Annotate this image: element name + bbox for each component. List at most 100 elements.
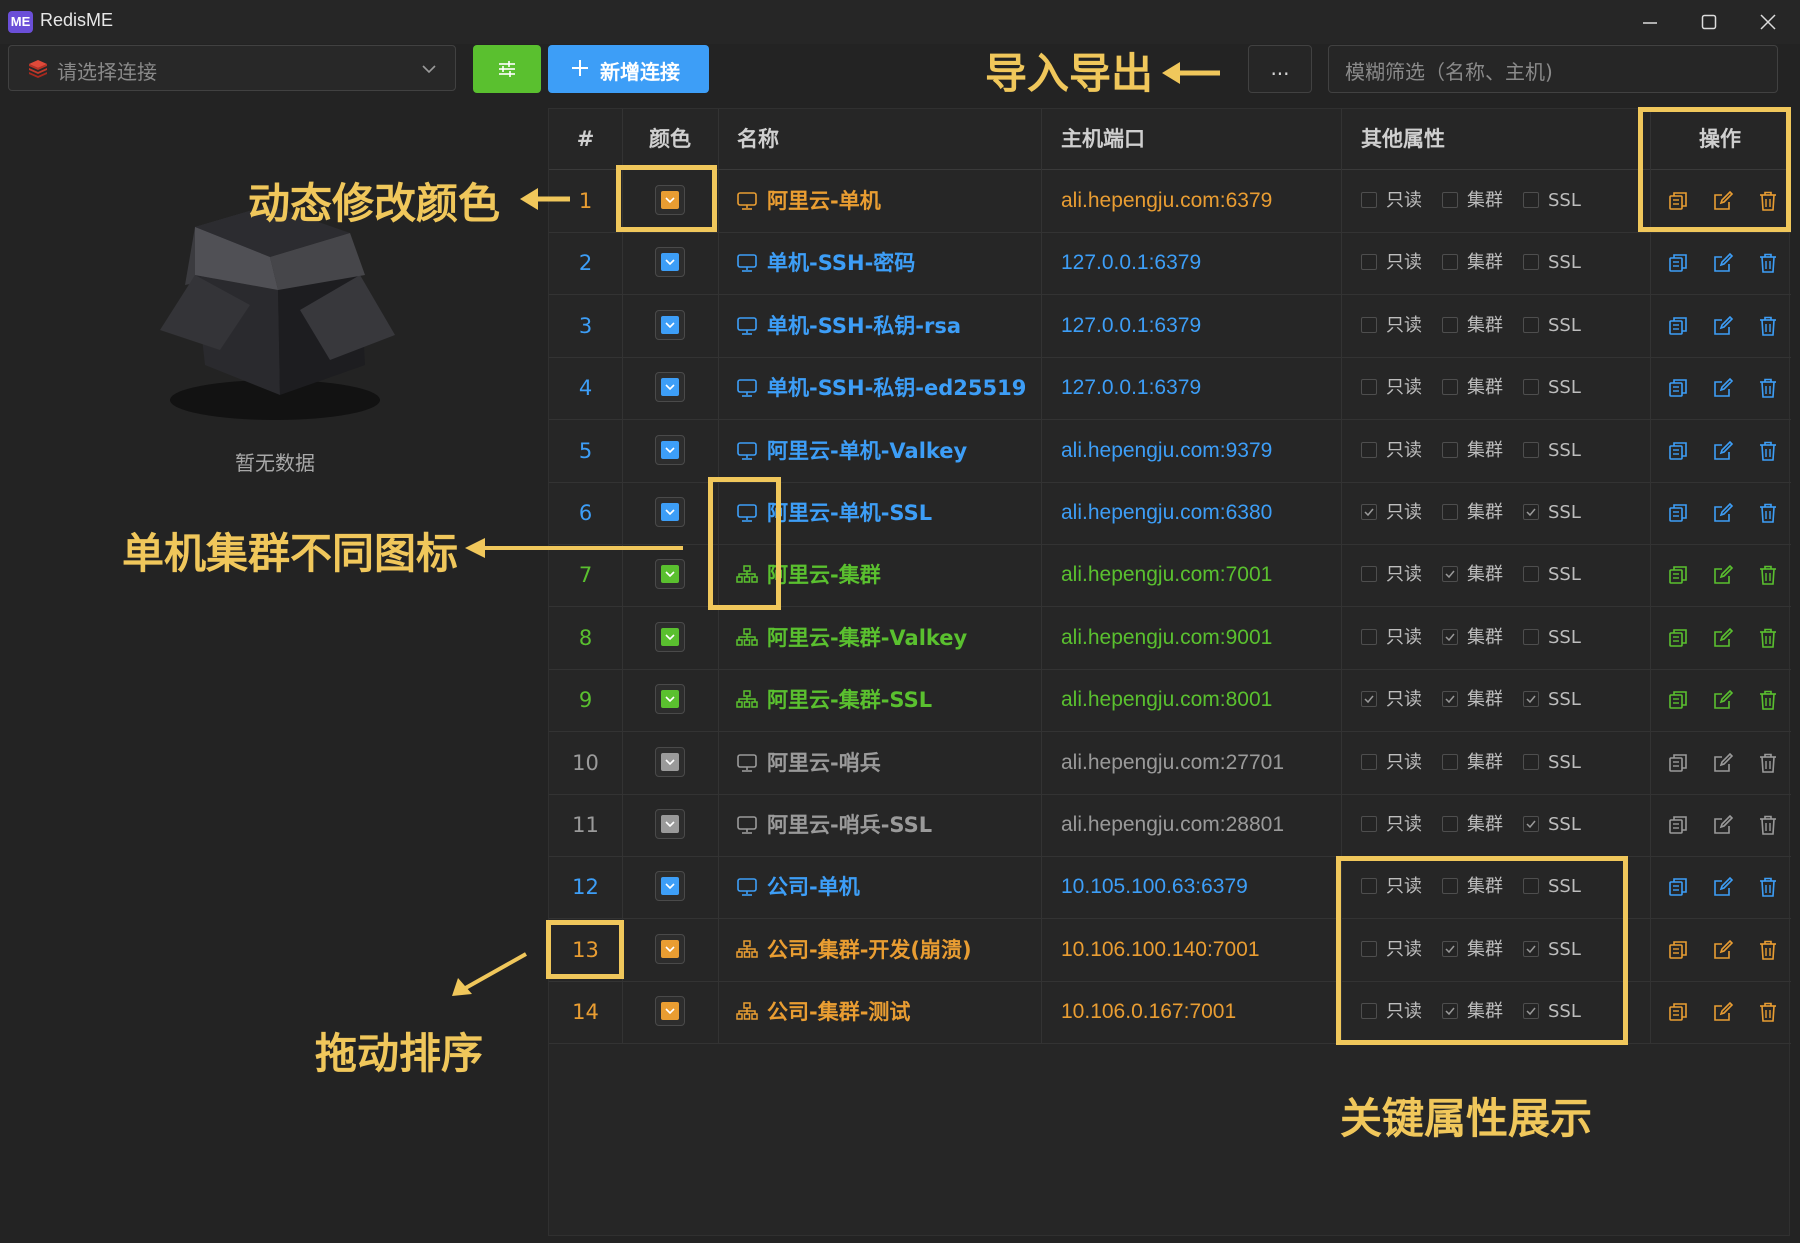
ssl-checkbox[interactable]: [1523, 753, 1539, 770]
color-picker[interactable]: [655, 372, 685, 403]
color-picker[interactable]: [655, 809, 685, 839]
copy-button[interactable]: [1667, 876, 1689, 902]
cluster-checkbox[interactable]: [1442, 816, 1458, 832]
table-row[interactable]: 3 单机-SSH-私钥-rsa 127.0.0.1:6379 只读 集群 SSL: [549, 295, 1791, 358]
row-index[interactable]: 11: [549, 794, 622, 856]
readonly-checkbox[interactable]: [1361, 816, 1377, 832]
cluster-checkbox[interactable]: [1442, 441, 1458, 458]
copy-button[interactable]: [1667, 939, 1689, 965]
delete-button[interactable]: [1757, 939, 1779, 965]
row-index[interactable]: 4: [549, 357, 622, 419]
row-index[interactable]: 8: [549, 607, 622, 669]
search-input[interactable]: 模糊筛选（名称、主机): [1328, 45, 1778, 93]
delete-button[interactable]: [1757, 502, 1779, 528]
connection-name[interactable]: 单机-SSH-私钥-rsa: [767, 295, 961, 357]
copy-button[interactable]: [1667, 814, 1689, 840]
edit-button[interactable]: [1712, 377, 1734, 403]
connection-name[interactable]: 阿里云-集群-SSL: [767, 669, 932, 731]
delete-button[interactable]: [1757, 627, 1779, 653]
ssl-checkbox[interactable]: [1523, 379, 1539, 396]
delete-button[interactable]: [1757, 689, 1779, 715]
cluster-checkbox[interactable]: [1442, 254, 1458, 271]
edit-button[interactable]: [1712, 627, 1734, 653]
connection-name[interactable]: 阿里云-哨兵: [767, 732, 881, 794]
ssl-checkbox[interactable]: [1523, 316, 1539, 333]
ssl-checkbox[interactable]: [1523, 192, 1539, 208]
table-row[interactable]: 5 阿里云-单机-Valkey ali.hepengju.com:9379 只读 集群 S…: [549, 420, 1791, 483]
edit-button[interactable]: [1712, 315, 1734, 341]
color-picker[interactable]: [655, 996, 685, 1027]
copy-button[interactable]: [1667, 440, 1689, 466]
edit-button[interactable]: [1712, 440, 1734, 466]
edit-button[interactable]: [1712, 814, 1734, 840]
ssl-checkbox[interactable]: [1523, 816, 1539, 832]
readonly-checkbox[interactable]: [1361, 441, 1377, 458]
copy-button[interactable]: [1667, 564, 1689, 590]
table-row[interactable]: 1 阿里云-单机 ali.hepengju.com:6379 只读 集群 SSL: [549, 170, 1791, 233]
delete-button[interactable]: [1757, 252, 1779, 278]
connection-name[interactable]: 公司-单机: [767, 856, 860, 918]
connection-select[interactable]: 请选择连接: [8, 45, 456, 91]
readonly-checkbox[interactable]: [1361, 316, 1377, 333]
ssl-checkbox[interactable]: [1523, 566, 1539, 583]
connection-name[interactable]: 阿里云-单机-SSL: [767, 482, 932, 544]
cluster-checkbox[interactable]: [1442, 691, 1458, 708]
copy-button[interactable]: [1667, 502, 1689, 528]
edit-button[interactable]: [1712, 752, 1734, 778]
ssl-checkbox[interactable]: [1523, 441, 1539, 458]
connection-name[interactable]: 单机-SSH-密码: [767, 232, 915, 294]
edit-button[interactable]: [1712, 939, 1734, 965]
cluster-checkbox[interactable]: [1442, 504, 1458, 520]
edit-button[interactable]: [1712, 502, 1734, 528]
row-index[interactable]: 9: [549, 669, 622, 731]
connection-name[interactable]: 阿里云-单机-Valkey: [767, 420, 967, 482]
table-row[interactable]: 8 阿里云-集群-Valkey ali.hepengju.com:9001 只读 集群 S…: [549, 607, 1791, 670]
ssl-checkbox[interactable]: [1523, 691, 1539, 708]
connection-name[interactable]: 阿里云-集群: [767, 544, 881, 606]
connection-name[interactable]: 公司-集群-开发(崩溃): [767, 919, 972, 981]
readonly-checkbox[interactable]: [1361, 753, 1377, 770]
copy-button[interactable]: [1667, 752, 1689, 778]
ssl-checkbox[interactable]: [1523, 504, 1539, 520]
cluster-checkbox[interactable]: [1442, 628, 1458, 645]
table-row[interactable]: 10 阿里云-哨兵 ali.hepengju.com:27701 只读 集群 SSL: [549, 732, 1791, 795]
delete-button[interactable]: [1757, 876, 1779, 902]
readonly-checkbox[interactable]: [1361, 254, 1377, 271]
color-picker[interactable]: [655, 871, 685, 902]
close-window-button[interactable]: [1743, 6, 1793, 38]
new-connection-button[interactable]: 新增连接: [548, 45, 709, 93]
table-row[interactable]: 2 单机-SSH-密码 127.0.0.1:6379 只读 集群 SSL: [549, 232, 1791, 296]
color-picker[interactable]: [655, 933, 685, 964]
row-index[interactable]: 14: [549, 981, 622, 1043]
delete-button[interactable]: [1757, 315, 1779, 341]
ssl-checkbox[interactable]: [1523, 628, 1539, 645]
copy-button[interactable]: [1667, 1001, 1689, 1027]
row-index[interactable]: 5: [549, 420, 622, 482]
readonly-checkbox[interactable]: [1361, 566, 1377, 583]
color-picker[interactable]: [655, 309, 685, 340]
readonly-checkbox[interactable]: [1361, 628, 1377, 645]
edit-button[interactable]: [1712, 252, 1734, 278]
delete-button[interactable]: [1757, 752, 1779, 778]
delete-button[interactable]: [1757, 377, 1779, 403]
copy-button[interactable]: [1667, 377, 1689, 403]
edit-button[interactable]: [1712, 689, 1734, 715]
minimize-button[interactable]: [1625, 6, 1675, 38]
edit-button[interactable]: [1712, 564, 1734, 590]
copy-button[interactable]: [1667, 689, 1689, 715]
settings-button[interactable]: [473, 45, 541, 93]
connection-name[interactable]: 阿里云-集群-Valkey: [767, 607, 967, 669]
color-picker[interactable]: [655, 559, 685, 590]
color-picker[interactable]: [655, 434, 685, 465]
maximize-button[interactable]: [1684, 6, 1734, 38]
table-row[interactable]: 11 阿里云-哨兵-SSL ali.hepengju.com:28801 只读 集群 SS…: [549, 794, 1791, 857]
color-picker[interactable]: [655, 621, 685, 652]
cluster-checkbox[interactable]: [1442, 566, 1458, 583]
delete-button[interactable]: [1757, 1001, 1779, 1027]
copy-button[interactable]: [1667, 315, 1689, 341]
color-picker[interactable]: [655, 746, 685, 777]
color-picker[interactable]: [655, 684, 685, 715]
copy-button[interactable]: [1667, 252, 1689, 278]
copy-button[interactable]: [1667, 627, 1689, 653]
readonly-checkbox[interactable]: [1361, 504, 1377, 520]
